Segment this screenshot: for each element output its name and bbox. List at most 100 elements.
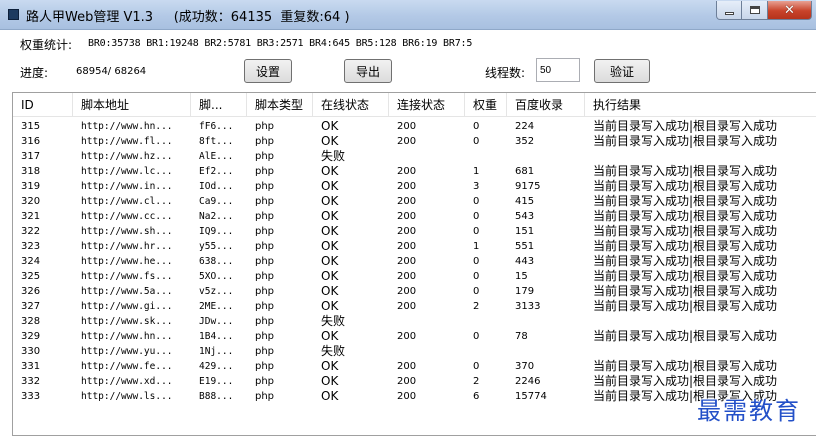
cell-script: IQ9... — [199, 226, 234, 237]
cell-script: AlE... — [199, 151, 234, 162]
cell-script-type: php — [255, 121, 275, 132]
cell-script-type: php — [255, 361, 275, 372]
cell-result — [585, 314, 816, 329]
cell-script-url: http://www.yu... — [81, 346, 173, 357]
cell-connection-status: 200 — [397, 256, 417, 267]
column-header-script-url[interactable]: 脚本地址 — [73, 93, 191, 117]
cell-script-url: http://www.ls... — [81, 391, 173, 402]
verify-button[interactable]: 验证 — [594, 59, 650, 83]
results-table[interactable]: ID 脚本地址 脚... 脚本类型 在线状态 连接状态 权重 百度收录 执行结果… — [12, 92, 816, 436]
table-row[interactable]: 317 http://www.hz... AlE... php 失败 — [13, 149, 816, 164]
cell-script-url: http://www.fe... — [81, 361, 173, 372]
cell-id: 329 — [21, 331, 41, 342]
cell-script-type: php — [255, 256, 275, 267]
table-row[interactable]: 327 http://www.gi... 2ME... php OK 200 2 3133 当前… — [13, 299, 816, 314]
cell-weight: 1 — [473, 166, 480, 177]
column-header-result[interactable]: 执行结果 — [585, 93, 816, 117]
cell-connection-status: 200 — [397, 196, 417, 207]
title-bar[interactable]: 路人甲Web管理 V1.3 (成功数：64135 重复数:64 ) ✕ — [0, 0, 816, 30]
cell-weight: 3 — [473, 181, 480, 192]
cell-online-status: OK — [321, 239, 339, 253]
export-button[interactable]: 导出 — [344, 59, 392, 83]
cell-script: 5XO... — [199, 271, 234, 282]
cell-online-status: OK — [321, 119, 339, 133]
cell-connection-status — [389, 314, 465, 329]
cell-baidu-index: 415 — [515, 196, 535, 207]
cell-script: Na2... — [199, 211, 234, 222]
cell-script-type: php — [255, 136, 275, 147]
minimize-icon — [724, 11, 734, 15]
cell-weight: 0 — [473, 361, 480, 372]
cell-script-type: php — [255, 271, 275, 282]
table-row[interactable]: 323 http://www.hr... y55... php OK 200 1 551 当前目… — [13, 239, 816, 254]
table-row[interactable]: 332 http://www.xd... E19... php OK 200 2 2246 当前… — [13, 374, 816, 389]
cell-result — [585, 149, 816, 164]
cell-online-status: OK — [321, 359, 339, 373]
cell-script: 638... — [199, 256, 234, 267]
cell-script-url: http://www.fs... — [81, 271, 173, 282]
cell-result: 当前目录写入成功|根目录写入成功 — [593, 269, 778, 283]
close-button[interactable]: ✕ — [768, 1, 812, 20]
table-row[interactable]: 329 http://www.hn... 1B4... php OK 200 0 78 当前目录… — [13, 329, 816, 344]
table-row[interactable]: 319 http://www.in... IOd... php OK 200 3 9175 当前… — [13, 179, 816, 194]
column-header-baidu-index[interactable]: 百度收录 — [507, 93, 585, 117]
cell-connection-status: 200 — [397, 391, 417, 402]
cell-id: 319 — [21, 181, 41, 192]
cell-script-type: php — [255, 316, 275, 327]
cell-online-status: OK — [321, 374, 339, 388]
table-row[interactable]: 331 http://www.fe... 429... php OK 200 0 370 当前目… — [13, 359, 816, 374]
column-header-script[interactable]: 脚... — [191, 93, 247, 117]
cell-script-type: php — [255, 226, 275, 237]
cell-baidu-index: 151 — [515, 226, 535, 237]
table-row[interactable]: 321 http://www.cc... Na2... php OK 200 0 543 当前目… — [13, 209, 816, 224]
column-header-id[interactable]: ID — [13, 93, 73, 117]
cell-script: v5z... — [199, 286, 234, 297]
cell-result: 当前目录写入成功|根目录写入成功 — [593, 209, 778, 223]
cell-script: B88... — [199, 391, 234, 402]
cell-weight: 2 — [473, 301, 480, 312]
cell-weight: 1 — [473, 241, 480, 252]
table-row[interactable]: 320 http://www.cl... Ca9... php OK 200 0 415 当前目… — [13, 194, 816, 209]
cell-connection-status: 200 — [397, 361, 417, 372]
cell-online-status: OK — [321, 164, 339, 178]
cell-weight: 0 — [473, 121, 480, 132]
table-row[interactable]: 324 http://www.he... 638... php OK 200 0 443 当前目… — [13, 254, 816, 269]
column-header-weight[interactable]: 权重 — [465, 93, 507, 117]
cell-online-status: OK — [321, 299, 339, 313]
column-header-online-status[interactable]: 在线状态 — [313, 93, 389, 117]
cell-weight: 0 — [473, 136, 480, 147]
table-row[interactable]: 330 http://www.yu... 1Nj... php 失败 — [13, 344, 816, 359]
cell-online-status: OK — [321, 254, 339, 268]
column-header-connection-status[interactable]: 连接状态 — [389, 93, 465, 117]
cell-connection-status: 200 — [397, 241, 417, 252]
table-row[interactable]: 315 http://www.hn... fF6... php OK 200 0 224 当前目… — [13, 119, 816, 134]
threads-input[interactable] — [536, 58, 580, 82]
cell-weight: 2 — [473, 376, 480, 387]
table-row[interactable]: 326 http://www.5a... v5z... php OK 200 0 179 当前目… — [13, 284, 816, 299]
cell-result: 当前目录写入成功|根目录写入成功 — [593, 119, 778, 133]
progress-label: 进度: — [20, 66, 49, 80]
minimize-button[interactable] — [716, 1, 742, 20]
table-row[interactable]: 322 http://www.sh... IQ9... php OK 200 0 151 当前目… — [13, 224, 816, 239]
table-row[interactable]: 318 http://www.lc... Ef2... php OK 200 1 681 当前目… — [13, 164, 816, 179]
cell-connection-status: 200 — [397, 286, 417, 297]
cell-weight: 0 — [473, 196, 480, 207]
maximize-button[interactable] — [742, 1, 768, 20]
cell-weight: 0 — [473, 226, 480, 237]
column-header-script-type[interactable]: 脚本类型 — [247, 93, 313, 117]
table-row[interactable]: 328 http://www.sk... JDw... php 失败 — [13, 314, 816, 329]
cell-baidu-index: 15 — [515, 271, 528, 282]
cell-script-type: php — [255, 286, 275, 297]
table-row[interactable]: 333 http://www.ls... B88... php OK 200 6 15774 当… — [13, 389, 816, 404]
cell-weight: 6 — [473, 391, 480, 402]
cell-result: 当前目录写入成功|根目录写入成功 — [593, 284, 778, 298]
cell-id: 315 — [21, 121, 41, 132]
cell-baidu-index — [507, 149, 585, 164]
cell-script: JDw... — [199, 316, 234, 327]
cell-id: 324 — [21, 256, 41, 267]
cell-result: 当前目录写入成功|根目录写入成功 — [593, 164, 778, 178]
cell-id: 322 — [21, 226, 41, 237]
settings-button[interactable]: 设置 — [244, 59, 292, 83]
table-row[interactable]: 325 http://www.fs... 5XO... php OK 200 0 15 当前目录… — [13, 269, 816, 284]
table-row[interactable]: 316 http://www.fl... 8ft... php OK 200 0 352 当前目… — [13, 134, 816, 149]
